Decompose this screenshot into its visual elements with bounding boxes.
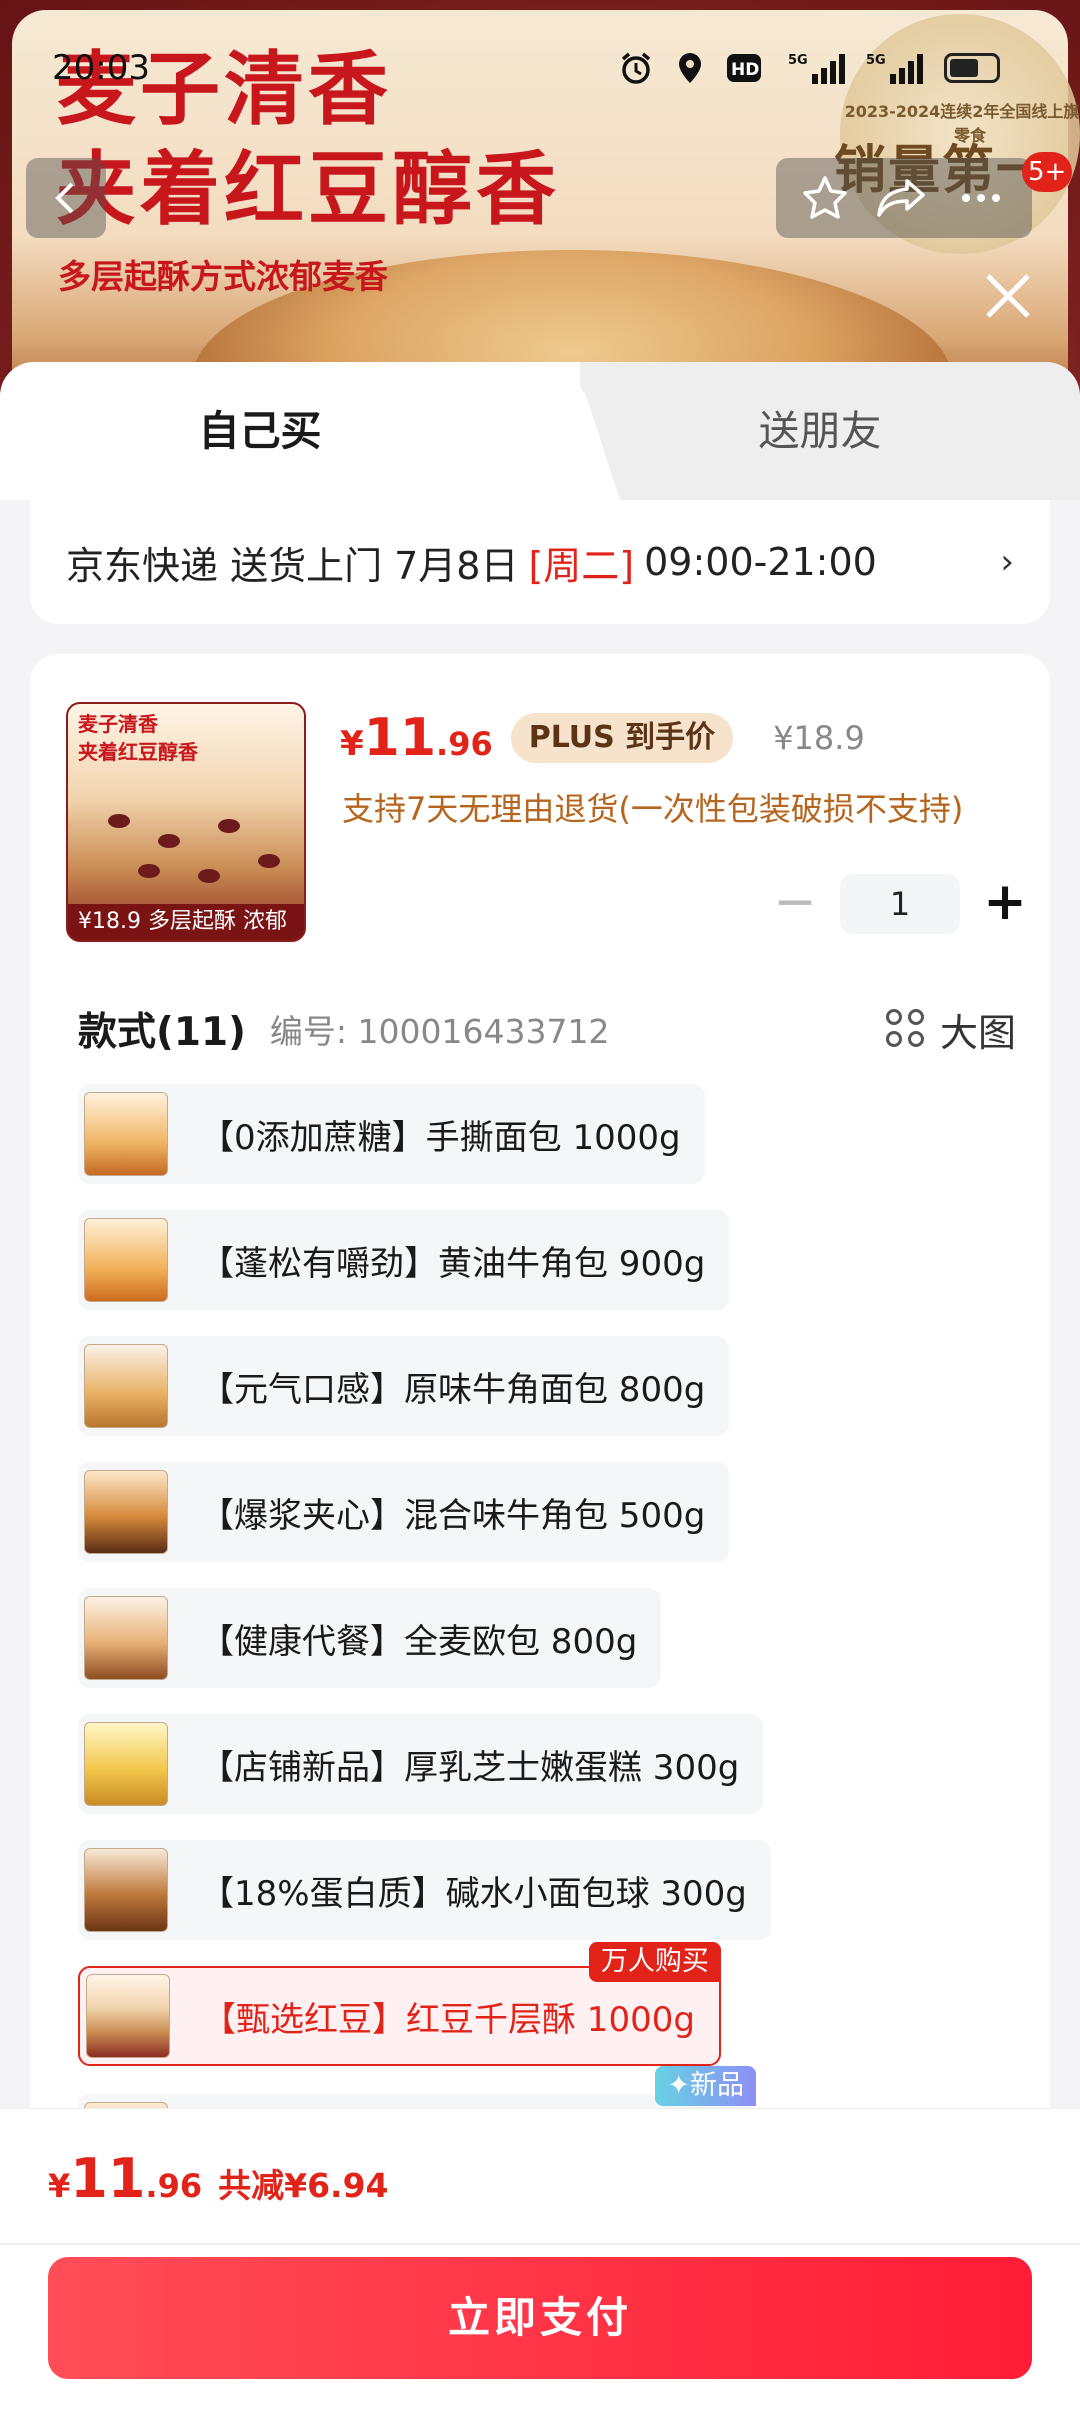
- discount-text: 共减¥6.94: [218, 2166, 389, 2205]
- option-label: 【0添加蔗糖】手撕面包 1000g: [200, 1117, 681, 1158]
- pay-now-button[interactable]: 立即支付: [48, 2257, 1032, 2379]
- back-button[interactable]: [26, 158, 106, 238]
- option-thumbnail: [84, 1722, 168, 1806]
- grid-icon: [885, 1009, 926, 1049]
- banner-subline: 多层起酥方式浓郁麦香: [58, 257, 388, 296]
- chevron-left-icon: [55, 182, 74, 214]
- original-price: ¥18.9: [773, 719, 865, 757]
- option-thumbnail: [84, 1092, 168, 1176]
- location-icon: [679, 53, 701, 83]
- decrease-button[interactable]: −: [770, 876, 820, 929]
- style-option[interactable]: 【店铺新品】厚乳芝士嫩蛋糕 300g: [78, 1714, 764, 1814]
- thumb-line-2: 夹着红豆醇香: [78, 740, 198, 764]
- delivery-date: 7月8日: [394, 543, 519, 588]
- plus-price-tag: PLUS 到手价: [510, 713, 734, 763]
- price-row: ¥11.96 PLUS 到手价 ¥18.9: [340, 708, 865, 768]
- option-thumbnail: [84, 1596, 168, 1680]
- purchase-sheet: 自己买 送朋友 京东快递 送货上门 7月8日 [周二] 09:00-21:00 …: [0, 362, 1080, 2412]
- option-label: 【蓬松有嚼劲】黄油牛角包 900g: [200, 1243, 706, 1284]
- battery-icon: [944, 53, 1000, 83]
- close-icon[interactable]: [980, 268, 1036, 324]
- signal-5g-icon-2: 5G: [866, 53, 923, 84]
- tab-gift-to-friend[interactable]: 送朋友: [640, 362, 1000, 500]
- sku-number: 编号: 100016433712: [269, 1012, 610, 1051]
- current-price: ¥11.96: [340, 708, 493, 768]
- chevron-right-icon: ›: [1000, 542, 1014, 582]
- style-option[interactable]: 【健康代餐】全麦欧包 800g: [78, 1588, 662, 1688]
- option-label: 【健康代餐】全麦欧包 800g: [200, 1621, 638, 1662]
- increase-button[interactable]: +: [980, 876, 1030, 929]
- thumb-price: ¥18.9 多层起酥 浓郁麦香: [68, 904, 304, 940]
- total-price: ¥11.96 共减¥6.94: [48, 2147, 389, 2210]
- option-label: 【店铺新品】厚乳芝士嫩蛋糕 300g: [200, 1747, 740, 1788]
- checkout-bar: ¥11.96 共减¥6.94 立即支付: [0, 2108, 1080, 2412]
- style-option[interactable]: 【18%蛋白质】碱水小面包球 300g: [78, 1840, 771, 1940]
- hd-icon: HD: [727, 54, 761, 82]
- more-icon[interactable]: [954, 173, 1008, 223]
- tab-buy-for-self[interactable]: 自己买: [0, 362, 520, 500]
- style-option[interactable]: 【爆浆夹心】混合味牛角包 500g: [78, 1462, 730, 1562]
- svg-text:5G: 5G: [788, 53, 808, 68]
- popular-tag: 万人购买: [588, 1942, 721, 1982]
- cart-badge: 5+: [1022, 152, 1073, 192]
- option-thumbnail: [86, 1974, 170, 2058]
- purchase-tabs: 自己买 送朋友: [0, 362, 1080, 500]
- star-icon[interactable]: [800, 173, 850, 223]
- option-label: 【18%蛋白质】碱水小面包球 300g: [200, 1873, 747, 1914]
- banner-actions: [776, 158, 1032, 238]
- status-bar: 20:03 HD 5G 5G: [0, 40, 1080, 100]
- thumb-line-1: 麦子清香: [78, 712, 158, 736]
- option-label: 【甄选红豆】红豆千层酥 1000g: [202, 1999, 695, 2040]
- delivery-weekday: [周二]: [528, 543, 635, 588]
- return-policy-note: 支持7天无理由退货(一次性包装破损不支持): [342, 790, 964, 828]
- alarm-icon: [621, 52, 651, 84]
- delivery-row[interactable]: 京东快递 送货上门 7月8日 [周二] 09:00-21:00 ›: [30, 500, 1050, 624]
- svg-text:5G: 5G: [866, 53, 886, 68]
- signal-5g-icon: 5G: [788, 53, 845, 84]
- share-icon[interactable]: [875, 173, 929, 223]
- option-thumbnail: [84, 1344, 168, 1428]
- quantity-input[interactable]: 1: [840, 874, 960, 934]
- status-time: 20:03: [52, 48, 150, 88]
- banner-headline-2: 夹着红豆醇香: [56, 143, 560, 236]
- option-thumbnail: [84, 1470, 168, 1554]
- option-label: 【元气口感】原味牛角面包 800g: [200, 1369, 706, 1410]
- option-thumbnail: [84, 1218, 168, 1302]
- product-thumbnail[interactable]: 麦子清香 夹着红豆醇香 ¥18.9 多层起酥 浓郁麦香: [66, 702, 306, 942]
- status-icons: HD 5G 5G: [618, 50, 1000, 86]
- delivery-carrier: 京东快递 送货上门: [66, 543, 383, 588]
- option-thumbnail: [84, 1848, 168, 1932]
- style-option-selected[interactable]: 【甄选红豆】红豆千层酥 1000g 万人购买: [78, 1942, 721, 2066]
- style-option[interactable]: 【蓬松有嚼劲】黄油牛角包 900g: [78, 1210, 730, 1310]
- big-image-label: 大图: [939, 1010, 1016, 1055]
- style-title: 款式(11): [78, 1010, 246, 1055]
- delivery-window: 09:00-21:00: [644, 540, 877, 584]
- style-option[interactable]: 【元气口感】原味牛角面包 800g: [78, 1336, 730, 1436]
- option-label: 【爆浆夹心】混合味牛角包 500g: [200, 1495, 706, 1536]
- style-header: 款式(11) 编号: 100016433712 大图: [78, 994, 1038, 1064]
- style-option[interactable]: 【0添加蔗糖】手撕面包 1000g: [78, 1084, 705, 1184]
- quantity-stepper: − 1 +: [770, 874, 1030, 934]
- new-tag: ✦新品: [655, 2066, 756, 2106]
- svg-text:HD: HD: [731, 60, 759, 80]
- big-image-toggle[interactable]: 大图: [885, 1002, 1016, 1057]
